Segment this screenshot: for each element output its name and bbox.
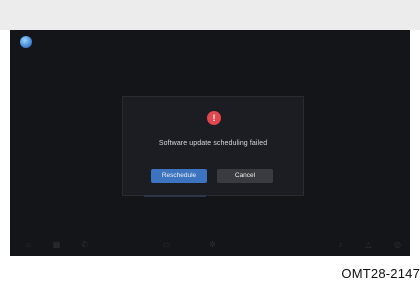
error-icon: ! <box>207 111 221 125</box>
settings-icon[interactable]: ✲ <box>208 240 217 249</box>
top-band <box>0 0 420 30</box>
bottom-dock: ⌂ ▦ ✆ ▭ ✲ ♪ △ ◎ <box>10 236 410 256</box>
cancel-button[interactable]: Cancel <box>217 169 273 183</box>
error-dialog: ! Software update scheduling failed Resc… <box>122 96 304 196</box>
reschedule-button[interactable]: Reschedule <box>151 169 207 183</box>
grid-icon[interactable]: ▦ <box>52 240 61 249</box>
figure-caption: OMT28-2147 <box>341 266 420 281</box>
navigation-icon[interactable]: △ <box>364 240 373 249</box>
profile-icon[interactable]: ◎ <box>393 240 402 249</box>
infotainment-screen: ! Software update scheduling failed Resc… <box>10 30 410 256</box>
media-icon[interactable]: ▭ <box>162 240 171 249</box>
scroll-indicator <box>144 195 206 197</box>
figure-frame: ! Software update scheduling failed Resc… <box>0 0 420 288</box>
phone-icon[interactable]: ✆ <box>80 240 89 249</box>
music-icon[interactable]: ♪ <box>336 240 345 249</box>
dialog-message: Software update scheduling failed <box>158 140 268 147</box>
home-icon[interactable]: ⌂ <box>24 240 33 249</box>
